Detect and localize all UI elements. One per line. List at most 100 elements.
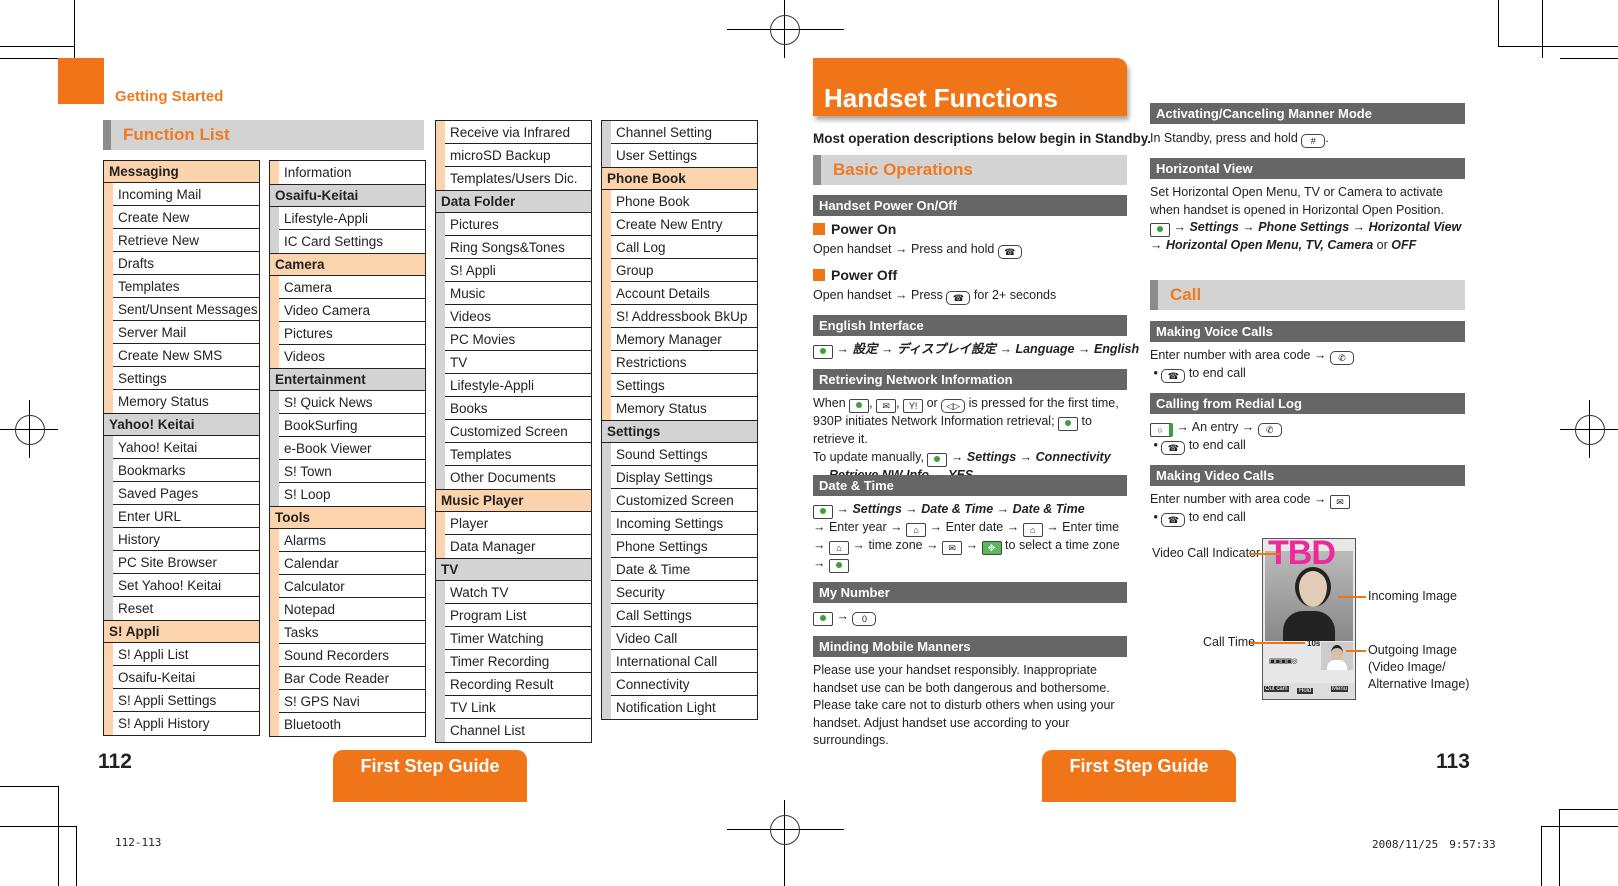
head-horizontal-view: Horizontal View bbox=[1150, 158, 1465, 179]
head-english-interface: English Interface bbox=[813, 315, 1127, 336]
center-key-icon bbox=[813, 612, 833, 626]
function-item: Templates/Users Dic. bbox=[445, 167, 591, 190]
head-retrieving-network: Retrieving Network Information bbox=[813, 369, 1127, 390]
first-step-guide-tab-right[interactable]: First Step Guide bbox=[1042, 750, 1236, 802]
function-list-column: Receive via Infrared microSD Backup Templa… bbox=[435, 120, 592, 743]
softkey-left: Out cam bbox=[1264, 686, 1289, 692]
callout-call-time: Call Time bbox=[1203, 635, 1256, 649]
function-item: Phone Settings bbox=[611, 535, 757, 558]
function-items: Player Data Manager bbox=[436, 512, 591, 558]
function-item: Group bbox=[611, 259, 757, 282]
softkey-bar: Out cam Hold Menu bbox=[1263, 683, 1355, 699]
function-group: Tools Alarms Calendar Calculator Notepad Task… bbox=[269, 507, 426, 737]
multi-selector-left-icon: ○ bbox=[1150, 423, 1173, 437]
function-item: Incoming Mail bbox=[113, 183, 259, 206]
my-number-text: → 0 bbox=[813, 608, 877, 626]
function-item: Data Manager bbox=[445, 535, 591, 558]
footer-timestamp: 2008/11/25 9:57:33 bbox=[1372, 838, 1496, 851]
function-category: Music Player bbox=[436, 490, 591, 512]
function-item: BookSurfing bbox=[279, 414, 425, 437]
section-function-list: Function List bbox=[103, 120, 424, 150]
function-item: Tasks bbox=[279, 621, 425, 644]
date-time-text: → Settings → Date & Time → Date & Time →… bbox=[813, 501, 1131, 573]
function-item: S! Quick News bbox=[279, 391, 425, 414]
function-category: Settings bbox=[602, 421, 757, 443]
function-item: Program List bbox=[445, 604, 591, 627]
function-item: S! Loop bbox=[279, 483, 425, 506]
center-key-icon bbox=[1058, 417, 1079, 431]
select-key-icon: ⌂ bbox=[906, 523, 927, 537]
function-item: Connectivity bbox=[611, 673, 757, 696]
callout-video-call-indicator: Video Call Indicator bbox=[1152, 546, 1261, 560]
function-category: Yahoo! Keitai bbox=[104, 414, 259, 436]
function-item: Bookmarks bbox=[113, 459, 259, 482]
function-item: Notepad bbox=[279, 598, 425, 621]
function-item: Enter URL bbox=[113, 505, 259, 528]
head-my-number: My Number bbox=[813, 582, 1127, 603]
function-item: Settings bbox=[611, 374, 757, 397]
function-category: Data Folder bbox=[436, 191, 591, 213]
select-key-icon: ⌂ bbox=[828, 541, 849, 555]
function-item: Memory Status bbox=[611, 397, 757, 420]
function-item: Music bbox=[445, 282, 591, 305]
start-key-icon: ✆ bbox=[1329, 351, 1354, 365]
english-path: → 設定 → ディスプレイ設定 → Language → English bbox=[813, 341, 1139, 359]
function-item: Saved Pages bbox=[113, 482, 259, 505]
function-group: Settings Sound Settings Display Settings Cu… bbox=[601, 421, 758, 720]
yahoo-key-icon: Y! bbox=[903, 399, 924, 413]
function-item: Templates bbox=[445, 443, 591, 466]
page-number-left: 112 bbox=[98, 750, 132, 773]
function-item: S! GPS Navi bbox=[279, 690, 425, 713]
function-item: Set Yahoo! Keitai bbox=[113, 574, 259, 597]
center-key-icon bbox=[849, 399, 870, 413]
function-group: TV Watch TV Program List Timer Watching Time… bbox=[435, 559, 592, 743]
function-item: microSD Backup bbox=[445, 144, 591, 167]
function-item: Display Settings bbox=[611, 466, 757, 489]
function-item: IC Card Settings bbox=[279, 230, 425, 253]
function-item: Channel Setting bbox=[611, 121, 757, 144]
function-item: Lifestyle-Appli bbox=[445, 374, 591, 397]
mail-key-icon: ✉ bbox=[942, 541, 963, 555]
function-group: S! Appli S! Appli List Osaifu-Keitai S! App… bbox=[103, 621, 260, 736]
call-time-value: 10s bbox=[1307, 639, 1321, 648]
callout-line bbox=[1250, 642, 1305, 644]
function-list-column: Messaging Incoming Mail Create New Retrieve… bbox=[103, 160, 260, 736]
function-items: Alarms Calendar Calculator Notepad Tasks Soun… bbox=[270, 529, 425, 736]
zero-key-icon: 0 bbox=[852, 612, 877, 626]
chapter-marker bbox=[58, 58, 104, 104]
redial-log-text: ○ → An entry → ✆ • ☎ to end call bbox=[1150, 419, 1282, 455]
center-key-icon bbox=[1150, 223, 1170, 237]
function-items: S! Quick News BookSurfing e-Book Viewer S! … bbox=[270, 391, 425, 506]
function-category: TV bbox=[436, 559, 591, 581]
first-step-guide-tab-left[interactable]: First Step Guide bbox=[333, 750, 527, 802]
start-key-icon: ✆ bbox=[1257, 423, 1282, 437]
function-item: International Call bbox=[611, 650, 757, 673]
function-item: Bluetooth bbox=[279, 713, 425, 736]
multi-selector-icon: ✥ bbox=[981, 541, 1002, 555]
function-item: Ring Songs&Tones bbox=[445, 236, 591, 259]
function-item: S! Appli List bbox=[113, 643, 259, 666]
section-call: Call bbox=[1150, 280, 1465, 310]
function-items: Watch TV Program List Timer Watching Timer … bbox=[436, 581, 591, 742]
center-key-icon bbox=[828, 559, 849, 573]
head-mobile-manners: Minding Mobile Manners bbox=[813, 636, 1127, 657]
function-category: S! Appli bbox=[104, 621, 259, 643]
function-item: Pictures bbox=[445, 213, 591, 236]
function-item: Player bbox=[445, 512, 591, 535]
function-items: Channel Setting User Settings bbox=[602, 121, 757, 167]
network-text: When , ✉, Y! or ◁▷ is pressed for the fi… bbox=[813, 395, 1131, 484]
function-item: Timer Recording bbox=[445, 650, 591, 673]
function-item: S! Town bbox=[279, 460, 425, 483]
function-item: Other Documents bbox=[445, 466, 591, 489]
function-item: S! Appli bbox=[445, 259, 591, 282]
function-item: Drafts bbox=[113, 252, 259, 275]
function-item: Pictures bbox=[279, 322, 425, 345]
function-items: Camera Video Camera Pictures Videos bbox=[270, 276, 425, 368]
function-item: Restrictions bbox=[611, 351, 757, 374]
function-category: Phone Book bbox=[602, 168, 757, 190]
function-item: Templates bbox=[113, 275, 259, 298]
page-title: Handset Functions bbox=[813, 58, 1127, 116]
head-video-calls: Making Video Calls bbox=[1150, 465, 1465, 486]
head-voice-calls: Making Voice Calls bbox=[1150, 321, 1465, 342]
callout-outgoing-image: Outgoing Image (Video Image/ Alternative… bbox=[1368, 643, 1470, 691]
